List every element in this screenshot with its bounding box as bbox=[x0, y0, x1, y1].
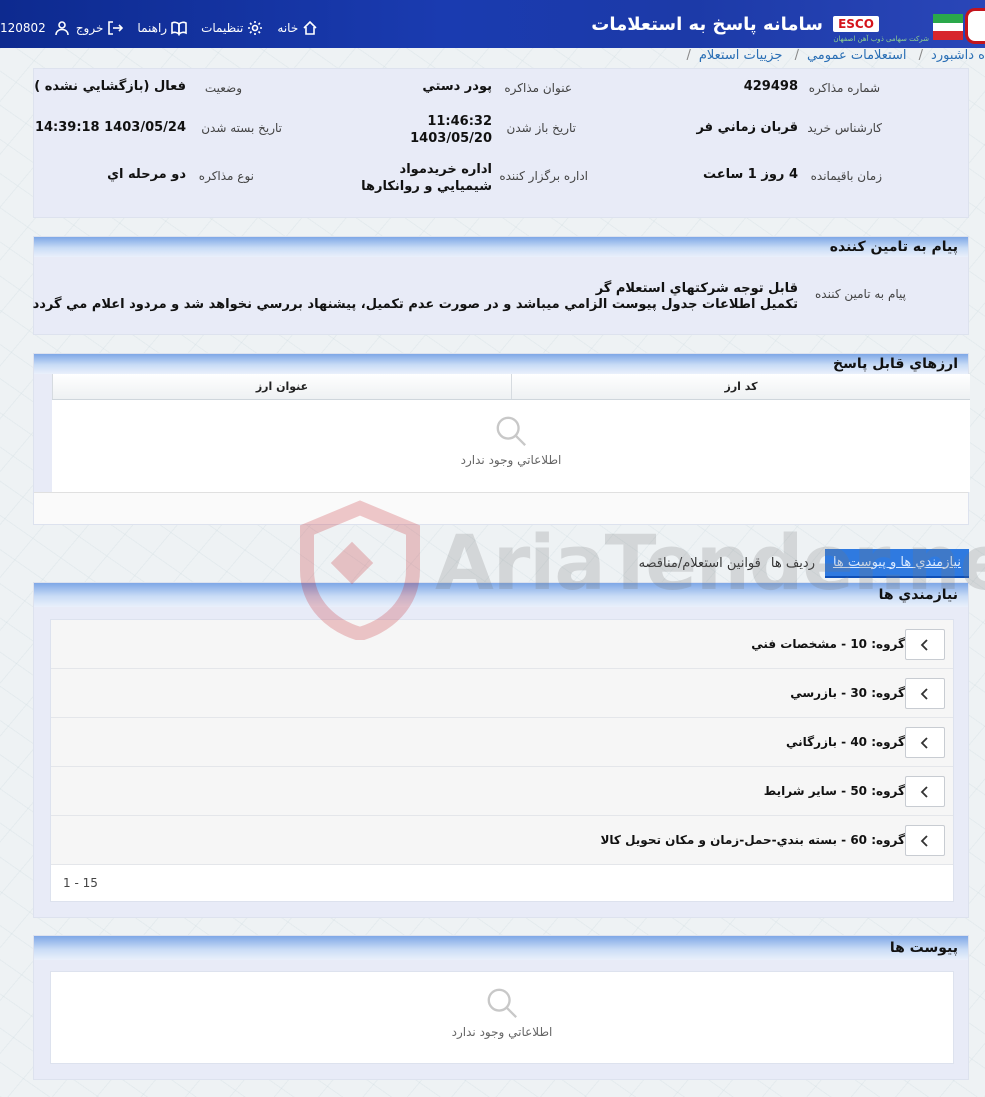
expand-button[interactable] bbox=[905, 727, 945, 758]
group-label: گروه: 60 - بسته بندي-حمل-زمان و مکان تحو… bbox=[600, 833, 905, 847]
list-item[interactable]: گروه: 60 - بسته بندي-حمل-زمان و مکان تحو… bbox=[51, 816, 953, 865]
number-value: 429498 bbox=[743, 79, 798, 94]
chevron-left-icon bbox=[920, 736, 928, 749]
list-item[interactable]: گروه: 50 - ساير شرايط bbox=[51, 767, 953, 816]
attachments-title: پيوست ها bbox=[34, 936, 968, 960]
esco-logo: ESCO bbox=[833, 16, 879, 32]
expert-value: قربان زماني فر bbox=[696, 120, 798, 135]
tab-rows[interactable]: رديف ها bbox=[771, 556, 815, 571]
company-logo: ESCO شرکت سهامی ذوب آهن اصفهان bbox=[825, 2, 985, 46]
search-icon bbox=[52, 414, 970, 451]
open-date-value: 1403/05/20 bbox=[410, 131, 492, 146]
organizer-line1: اداره خريدمواد bbox=[399, 162, 492, 177]
open-date-label: تاريخ باز شدن bbox=[506, 121, 576, 135]
supplier-message-line2: تکميل اطلاعات جدول پيوست الزامي ميباشد و… bbox=[32, 297, 798, 312]
help-link[interactable]: راهنما bbox=[137, 20, 187, 36]
esco-subtitle: شرکت سهامی ذوب آهن اصفهان bbox=[833, 35, 929, 43]
book-icon bbox=[171, 21, 187, 36]
currencies-footer bbox=[34, 492, 968, 524]
list-item[interactable]: گروه: 30 - بازرسي bbox=[51, 669, 953, 718]
settings-link[interactable]: تنظيمات bbox=[201, 20, 263, 36]
currencies-empty: اطلاعاتي وجود ندارد bbox=[52, 400, 970, 492]
user-menu[interactable]: 120802 bbox=[0, 20, 70, 36]
breadcrumb: ه داشبورد/ استعلامات عمومي/ جزييات استعل… bbox=[686, 48, 985, 63]
col-currency-code[interactable]: کد ارز bbox=[511, 374, 970, 399]
type-label: نوع مذاکره bbox=[198, 169, 254, 183]
logout-label: خروج bbox=[75, 21, 104, 35]
title-label: عنوان مذاکره bbox=[504, 81, 572, 95]
currencies-table: کد ارز عنوان ارز اطلاعاتي وجود ندارد bbox=[52, 374, 970, 492]
list-item[interactable]: گروه: 10 - مشخصات فني bbox=[51, 620, 953, 669]
supplier-message-panel: پيام به تامين کننده پيام به تامين کننده … bbox=[33, 236, 969, 335]
remaining-label: زمان باقيمانده bbox=[810, 169, 882, 183]
currencies-table-header: کد ارز عنوان ارز bbox=[52, 374, 970, 400]
details-panel: شماره مذاکره 429498 عنوان مذاکره پودر دس… bbox=[33, 68, 969, 218]
home-label: خانه bbox=[277, 21, 299, 35]
attachments-empty: اطلاعاتي وجود ندارد bbox=[51, 972, 953, 1065]
supplier-message-line1: قابل توجه شرکتهاي استعلام گر bbox=[595, 281, 798, 296]
breadcrumb-public-inquiries[interactable]: استعلامات عمومي bbox=[807, 48, 907, 63]
supplier-message-label: پيام به تامين کننده bbox=[815, 287, 906, 301]
expand-button[interactable] bbox=[905, 825, 945, 856]
attachments-panel: پيوست ها اطلاعاتي وجود ندارد bbox=[33, 935, 969, 1080]
close-date-value: 1403/05/24 14:39:18 bbox=[34, 120, 186, 135]
organizer-label: اداره برگزار کننده bbox=[499, 169, 588, 183]
chevron-left-icon bbox=[920, 785, 928, 798]
home-icon bbox=[303, 20, 317, 35]
chevron-left-icon bbox=[920, 834, 928, 847]
tab-needs-attachments[interactable]: نيازمندي ها و پيوست ها bbox=[824, 548, 969, 578]
iran-flag-icon bbox=[933, 14, 963, 40]
needs-panel: نيازمندي ها گروه: 10 - مشخصات فني گروه: … bbox=[33, 582, 969, 918]
open-time-value: 11:46:32 bbox=[427, 114, 492, 129]
currencies-panel: ارزهاي قابل پاسخ کد ارز عنوان ارز اطلاعا… bbox=[33, 353, 970, 525]
remaining-value: 4 روز 1 ساعت bbox=[702, 167, 798, 182]
chevron-left-icon bbox=[920, 638, 928, 651]
attachments-empty-text: اطلاعاتي وجود ندارد bbox=[451, 1025, 553, 1039]
expand-button[interactable] bbox=[905, 678, 945, 709]
app-header: ESCO شرکت سهامی ذوب آهن اصفهان سامانه پا… bbox=[0, 0, 985, 48]
emblem-icon bbox=[965, 8, 985, 44]
user-id: 120802 bbox=[0, 21, 46, 35]
user-icon bbox=[55, 21, 69, 36]
status-label: وضعيت bbox=[204, 81, 242, 95]
currencies-empty-text: اطلاعاتي وجود ندارد bbox=[460, 453, 562, 467]
expand-button[interactable] bbox=[905, 629, 945, 660]
breadcrumb-inquiry-details[interactable]: جزييات استعلام bbox=[699, 48, 783, 63]
col-currency-title[interactable]: عنوان ارز bbox=[52, 374, 511, 399]
close-date-label: تاريخ بسته شدن bbox=[201, 121, 282, 135]
tab-rules[interactable]: قوانين استعلام/مناقصه bbox=[639, 556, 761, 571]
settings-label: تنظيمات bbox=[201, 21, 244, 35]
group-label: گروه: 10 - مشخصات فني bbox=[751, 637, 905, 651]
group-label: گروه: 30 - بازرسي bbox=[790, 686, 905, 700]
attachments-list: اطلاعاتي وجود ندارد bbox=[50, 971, 954, 1064]
expert-label: کارشناس خريد bbox=[807, 121, 882, 135]
header-nav: 120802 خروج راهنما تنظيمات خانه bbox=[0, 18, 332, 38]
gear-icon bbox=[248, 21, 263, 35]
status-value: فعال (بازگشايي نشده ) bbox=[34, 79, 186, 94]
group-label: گروه: 40 - بازرگاني bbox=[786, 735, 905, 749]
group-label: گروه: 50 - ساير شرايط bbox=[763, 784, 905, 798]
logout-link[interactable]: خروج bbox=[76, 20, 124, 36]
title-value: پودر دستي bbox=[422, 79, 492, 94]
app-title: سامانه پاسخ به استعلامات bbox=[591, 14, 823, 35]
list-item[interactable]: گروه: 40 - بازرگاني bbox=[51, 718, 953, 767]
search-icon bbox=[51, 986, 953, 1023]
needs-groups-list: گروه: 10 - مشخصات فني گروه: 30 - بازرسي … bbox=[50, 619, 954, 902]
organizer-line2: شيميايي و روانکارها bbox=[361, 179, 492, 194]
home-link[interactable]: خانه bbox=[277, 20, 318, 36]
supplier-message-title: پيام به تامين کننده bbox=[34, 237, 968, 257]
chevron-left-icon bbox=[920, 687, 928, 700]
currencies-title: ارزهاي قابل پاسخ bbox=[34, 354, 968, 374]
needs-title: نيازمندي ها bbox=[34, 583, 968, 607]
expand-button[interactable] bbox=[905, 776, 945, 807]
logout-icon bbox=[108, 21, 124, 35]
detail-tabs: نيازمندي ها و پيوست ها رديف ها قوانين اس… bbox=[629, 547, 969, 579]
breadcrumb-dashboard[interactable]: ه داشبورد bbox=[931, 48, 985, 63]
help-label: راهنما bbox=[137, 21, 168, 35]
needs-pager: 1 - 15 bbox=[51, 865, 953, 901]
type-value: دو مرحله اي bbox=[107, 167, 186, 182]
number-label: شماره مذاکره bbox=[808, 81, 880, 95]
